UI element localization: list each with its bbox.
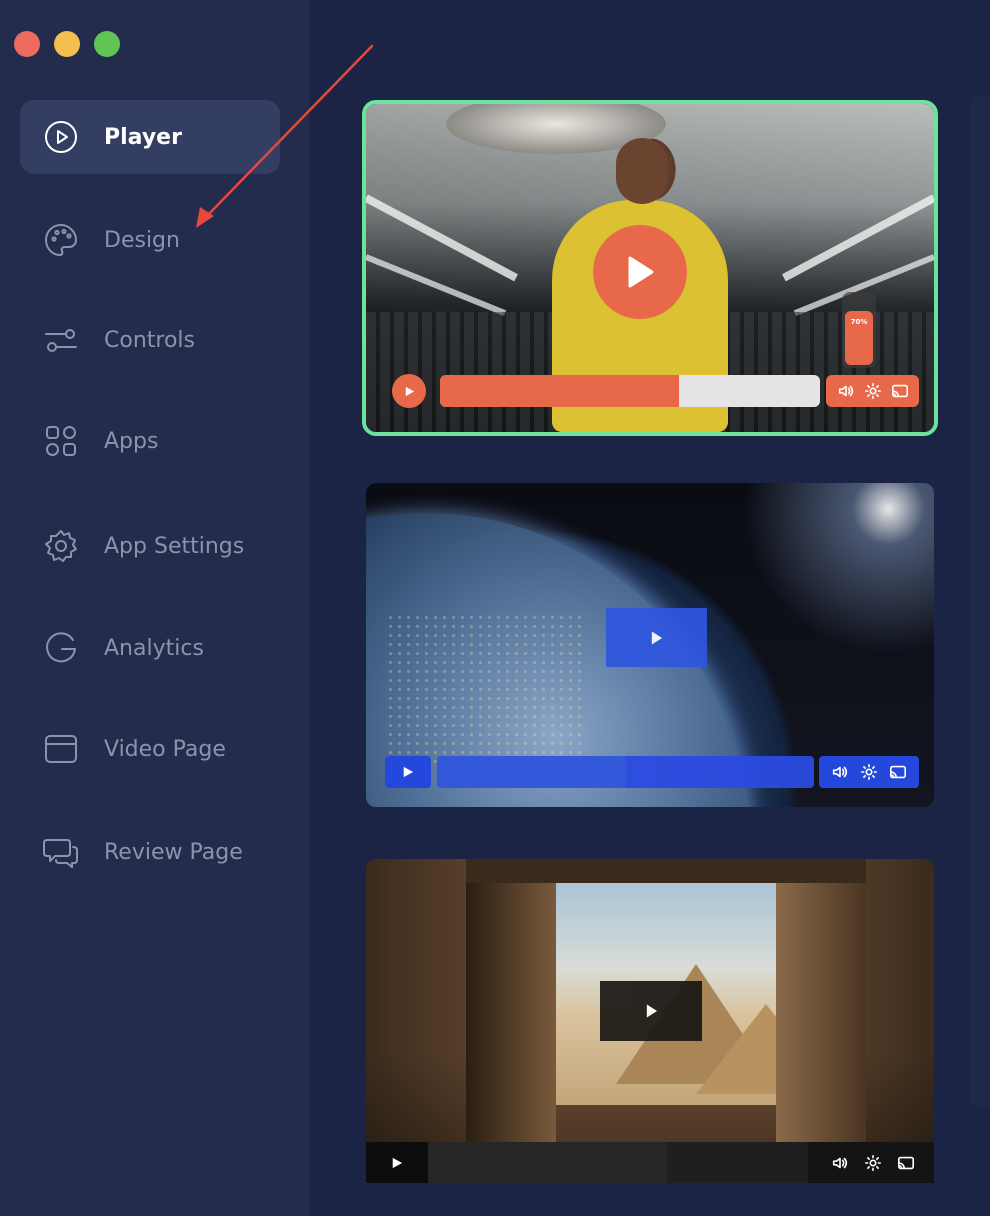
cast-icon — [897, 1156, 914, 1169]
cast-icon — [890, 765, 907, 779]
play-icon — [651, 631, 663, 644]
progress-fill — [440, 375, 680, 407]
sidebar-item-review-page[interactable]: Review Page — [20, 815, 280, 889]
sidebar-item-app-settings[interactable]: App Settings — [20, 509, 280, 583]
progress-fill — [428, 1142, 668, 1183]
palette-icon — [42, 221, 80, 259]
minimize-window-button[interactable] — [54, 31, 80, 57]
sidebar-item-controls[interactable]: Controls — [20, 303, 280, 377]
volume-button[interactable] — [830, 762, 850, 782]
sidebar-item-label: Player — [104, 124, 182, 150]
volume-icon — [832, 766, 847, 778]
cast-button[interactable] — [896, 1153, 916, 1173]
g-logo-icon — [42, 629, 80, 667]
play-circle-icon — [42, 118, 80, 156]
progress-bar[interactable] — [428, 1142, 808, 1183]
sidebar-item-analytics[interactable]: Analytics — [20, 611, 280, 685]
play-button[interactable] — [366, 1142, 428, 1183]
right-panel-edge — [970, 96, 990, 1106]
settings-button[interactable] — [863, 381, 883, 401]
play-icon — [405, 386, 414, 396]
progress-bar[interactable] — [440, 375, 820, 407]
cast-icon — [891, 384, 908, 398]
apps-grid-icon — [42, 422, 80, 460]
progress-fill — [437, 756, 626, 788]
play-button[interactable] — [392, 374, 426, 408]
play-icon — [646, 1004, 657, 1018]
settings-button[interactable] — [859, 762, 879, 782]
play-icon — [403, 766, 414, 778]
big-play-button[interactable] — [593, 225, 687, 319]
settings-button[interactable] — [863, 1153, 883, 1173]
big-play-button[interactable] — [600, 981, 702, 1041]
sidebar-item-label: Design — [104, 227, 180, 253]
volume-icon — [833, 1157, 848, 1168]
volume-level-label: 70% — [850, 318, 868, 326]
sidebar-item-video-page[interactable]: Video Page — [20, 712, 280, 786]
sidebar-item-label: Controls — [104, 327, 195, 353]
sidebar-item-label: Review Page — [104, 839, 243, 865]
zoom-window-button[interactable] — [94, 31, 120, 57]
browser-window-icon — [42, 730, 80, 768]
play-icon — [628, 256, 654, 288]
volume-button[interactable] — [836, 381, 856, 401]
sidebar-item-label: Apps — [104, 428, 159, 454]
player-controls-group — [819, 756, 919, 788]
gear-icon — [860, 763, 877, 781]
sidebar-item-player[interactable]: Player — [20, 100, 280, 174]
sidebar-item-design[interactable]: Design — [20, 203, 280, 277]
gear-icon — [42, 527, 80, 565]
sidebar-item-label: Video Page — [104, 736, 226, 762]
sidebar: Player Design Controls Apps App Settings… — [0, 0, 310, 1216]
big-play-button[interactable] — [606, 608, 707, 667]
window-controls — [14, 31, 120, 57]
progress-bar[interactable] — [437, 756, 814, 788]
volume-button[interactable] — [830, 1153, 850, 1173]
gear-icon — [864, 1154, 881, 1171]
sidebar-item-apps[interactable]: Apps — [20, 404, 280, 478]
close-window-button[interactable] — [14, 31, 40, 57]
sidebar-item-label: Analytics — [104, 635, 204, 661]
chat-bubbles-icon — [42, 833, 80, 871]
sliders-icon — [42, 321, 80, 359]
play-button[interactable] — [385, 756, 431, 788]
volume-icon — [838, 385, 853, 397]
cast-button[interactable] — [888, 762, 908, 782]
cast-button[interactable] — [890, 381, 910, 401]
player-controls-group — [818, 1142, 928, 1183]
sidebar-item-label: App Settings — [104, 533, 245, 559]
gear-icon — [864, 382, 881, 400]
player-controls-group — [826, 375, 919, 407]
play-icon — [392, 1157, 403, 1168]
